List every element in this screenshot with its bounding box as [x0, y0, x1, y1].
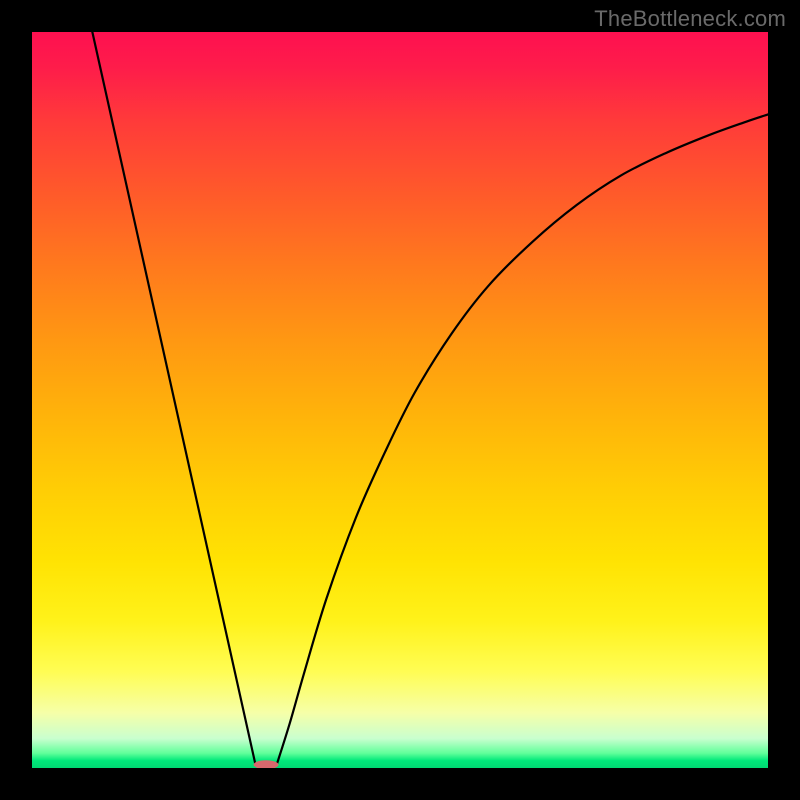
watermark-text: TheBottleneck.com — [594, 6, 786, 32]
chart-frame: TheBottleneck.com — [0, 0, 800, 800]
plot-area — [32, 32, 768, 768]
minimum-marker — [254, 760, 279, 768]
marker-layer — [32, 32, 768, 768]
